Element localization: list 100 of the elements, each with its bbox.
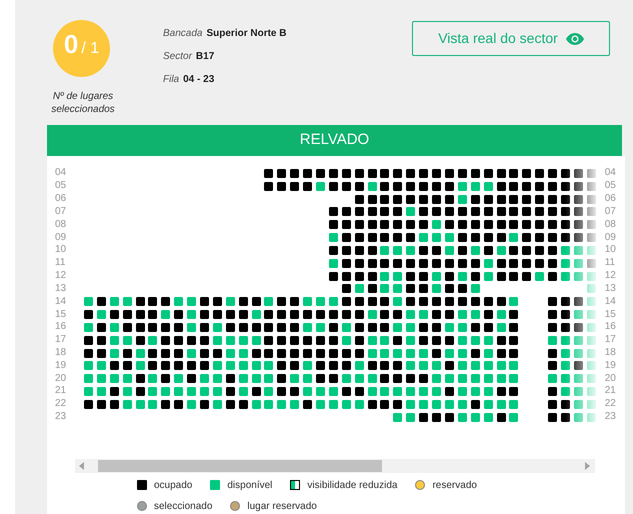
available-seat[interactable]	[470, 246, 480, 255]
available-seat[interactable]	[174, 374, 184, 384]
available-seat[interactable]	[458, 386, 467, 396]
available-seat[interactable]	[458, 272, 467, 281]
available-seat[interactable]	[342, 374, 351, 384]
available-seat[interactable]	[110, 348, 119, 358]
available-seat[interactable]	[560, 361, 570, 370]
available-seat[interactable]	[316, 386, 326, 396]
available-seat[interactable]	[354, 361, 364, 370]
available-seat[interactable]	[586, 412, 596, 422]
available-seat[interactable]	[574, 412, 583, 422]
available-seat[interactable]	[316, 297, 326, 306]
available-seat[interactable]	[380, 336, 390, 345]
available-seat[interactable]	[484, 361, 493, 370]
available-seat[interactable]	[238, 386, 248, 396]
available-seat[interactable]	[368, 348, 377, 358]
available-seat[interactable]	[419, 386, 428, 396]
available-seat[interactable]	[252, 400, 261, 409]
available-seat[interactable]	[96, 310, 106, 320]
available-seat[interactable]	[444, 374, 454, 384]
available-seat[interactable]	[484, 336, 493, 345]
available-seat[interactable]	[458, 336, 467, 345]
available-seat[interactable]	[509, 412, 518, 422]
available-seat[interactable]	[458, 374, 467, 384]
available-seat[interactable]	[419, 310, 428, 320]
available-seat[interactable]	[148, 374, 158, 384]
available-seat[interactable]	[368, 386, 377, 396]
available-seat[interactable]	[122, 374, 132, 384]
available-seat[interactable]	[470, 361, 480, 370]
available-seat[interactable]	[174, 297, 184, 306]
available-seat[interactable]	[238, 348, 248, 358]
available-seat[interactable]	[393, 246, 402, 255]
available-seat[interactable]	[458, 361, 467, 370]
available-seat[interactable]	[406, 348, 416, 358]
available-seat[interactable]	[586, 297, 596, 306]
available-seat[interactable]	[432, 233, 442, 242]
available-seat[interactable]	[406, 336, 416, 345]
available-seat[interactable]	[470, 386, 480, 396]
available-seat[interactable]	[148, 386, 158, 396]
available-seat[interactable]	[444, 322, 454, 332]
available-seat[interactable]	[458, 194, 467, 204]
available-seat[interactable]	[432, 374, 442, 384]
available-seat[interactable]	[212, 386, 222, 396]
available-seat[interactable]	[226, 336, 235, 345]
available-seat[interactable]	[509, 233, 518, 242]
available-seat[interactable]	[535, 272, 544, 281]
available-seat[interactable]	[444, 233, 454, 242]
available-seat[interactable]	[586, 400, 596, 409]
available-seat[interactable]	[84, 322, 93, 332]
available-seat[interactable]	[484, 348, 493, 358]
available-seat[interactable]	[238, 361, 248, 370]
available-seat[interactable]	[560, 374, 570, 384]
available-seat[interactable]	[161, 310, 170, 320]
available-seat[interactable]	[458, 322, 467, 332]
available-seat[interactable]	[368, 374, 377, 384]
available-seat[interactable]	[470, 284, 480, 294]
available-seat[interactable]	[264, 386, 274, 396]
available-seat[interactable]	[406, 310, 416, 320]
available-seat[interactable]	[122, 336, 132, 345]
available-seat[interactable]	[342, 336, 351, 345]
available-seat[interactable]	[212, 374, 222, 384]
available-seat[interactable]	[560, 246, 570, 255]
available-seat[interactable]	[509, 400, 518, 409]
available-seat[interactable]	[264, 361, 274, 370]
scroll-left-icon[interactable]	[79, 462, 85, 470]
available-seat[interactable]	[110, 336, 119, 345]
available-seat[interactable]	[84, 374, 93, 384]
available-seat[interactable]	[328, 400, 338, 409]
available-seat[interactable]	[444, 348, 454, 358]
available-seat[interactable]	[212, 361, 222, 370]
available-seat[interactable]	[560, 336, 570, 345]
available-seat[interactable]	[586, 284, 596, 294]
available-seat[interactable]	[406, 207, 416, 216]
available-seat[interactable]	[574, 400, 583, 409]
available-seat[interactable]	[328, 258, 338, 268]
available-seat[interactable]	[342, 322, 351, 332]
available-seat[interactable]	[187, 386, 196, 396]
available-seat[interactable]	[368, 182, 377, 191]
available-seat[interactable]	[496, 246, 506, 255]
available-seat[interactable]	[380, 284, 390, 294]
available-seat[interactable]	[290, 374, 300, 384]
available-seat[interactable]	[96, 361, 106, 370]
available-seat[interactable]	[444, 246, 454, 255]
available-seat[interactable]	[574, 386, 583, 396]
available-seat[interactable]	[187, 297, 196, 306]
available-seat[interactable]	[148, 336, 158, 345]
available-seat[interactable]	[458, 310, 467, 320]
available-seat[interactable]	[509, 297, 518, 306]
available-seat[interactable]	[252, 361, 261, 370]
available-seat[interactable]	[161, 386, 170, 396]
available-seat[interactable]	[432, 220, 442, 230]
available-seat[interactable]	[586, 336, 596, 345]
available-seat[interactable]	[264, 297, 274, 306]
available-seat[interactable]	[470, 310, 480, 320]
available-seat[interactable]	[470, 412, 480, 422]
scrollbar[interactable]	[75, 458, 595, 473]
available-seat[interactable]	[406, 322, 416, 332]
scroll-right-icon[interactable]	[585, 462, 591, 470]
available-seat[interactable]	[393, 284, 402, 294]
available-seat[interactable]	[393, 386, 402, 396]
